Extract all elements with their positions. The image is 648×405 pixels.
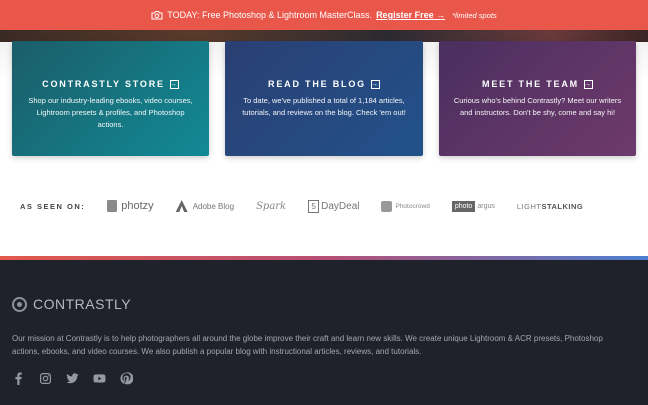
arrow-right-icon: → xyxy=(169,79,179,89)
mission-statement: Our mission at Contrastly is to help pho… xyxy=(12,334,603,356)
adobe-blog-logo: Adobe Blog xyxy=(175,200,235,212)
social-links xyxy=(12,372,133,385)
daydeal-logo: 5 DayDeal xyxy=(308,199,360,213)
footer-brand-name: CONTRASTLY xyxy=(33,296,132,312)
adobe-mark-icon xyxy=(175,200,188,212)
as-seen-on-bar: AS SEEN ON: photzy Adobe Blog Spark 5 Da… xyxy=(0,188,648,224)
spark-logo: Spark xyxy=(256,201,286,212)
lightstalking-light-text: LIGHT xyxy=(516,201,542,211)
promo-banner[interactable]: TODAY: Free Photoshop & Lightroom Master… xyxy=(0,0,648,30)
photocrowd-logo-text: Photocrowd xyxy=(395,202,430,210)
meet-the-team-card[interactable]: MEET THE TEAM → Curious who's behind Con… xyxy=(439,41,636,156)
card-title: CONTRASTLY STORE → xyxy=(24,79,197,89)
card-title: READ THE BLOG → xyxy=(237,79,411,89)
banner-text: TODAY: Free Photoshop & Lightroom Master… xyxy=(167,10,373,20)
as-seen-on-label: AS SEEN ON: xyxy=(20,201,86,211)
photocrowd-logo: Photocrowd xyxy=(381,200,430,212)
contrastly-store-card[interactable]: CONTRASTLY STORE → Shop our industry-lea… xyxy=(12,41,209,156)
instagram-icon[interactable] xyxy=(39,372,52,385)
team-card-title: MEET THE TEAM xyxy=(482,79,579,89)
team-card-description: Curious who's behind Contrastly? Meet ou… xyxy=(453,96,622,117)
site-footer: CONTRASTLY Our mission at Contrastly is … xyxy=(0,260,648,405)
arrow-right-icon: → xyxy=(583,79,593,89)
photoargus-box-text: photo xyxy=(451,200,476,212)
lightstalking-logo: LIGHT STALKING xyxy=(517,202,583,211)
photoargus-logo: photo argus xyxy=(451,200,495,212)
twitter-icon[interactable] xyxy=(66,372,79,385)
blog-card-description: To date, we've published a total of 1,18… xyxy=(242,96,406,117)
photzy-logo: photzy xyxy=(107,200,154,212)
card-title: MEET THE TEAM → xyxy=(451,79,624,89)
contrastly-logo-icon xyxy=(12,296,27,312)
store-card-title: CONTRASTLY STORE xyxy=(42,79,165,89)
banner-note: *limited spots xyxy=(452,10,497,20)
arrow-right-icon: → xyxy=(370,79,380,89)
photzy-logo-text: photzy xyxy=(121,200,154,212)
lightstalking-stalking-text: STALKING xyxy=(541,201,584,211)
adobe-blog-logo-text: Adobe Blog xyxy=(192,201,235,211)
photocrowd-mark-icon xyxy=(381,200,393,212)
spark-logo-text: Spark xyxy=(256,200,287,212)
daydeal-mark-icon: 5 xyxy=(308,199,320,213)
facebook-icon[interactable] xyxy=(12,372,25,385)
read-the-blog-card[interactable]: READ THE BLOG → To date, we've published… xyxy=(225,41,423,156)
photoargus-logo-text: argus xyxy=(477,202,495,210)
register-free-link[interactable]: Register Free → xyxy=(376,10,445,20)
store-card-description: Shop our industry-leading ebooks, video … xyxy=(28,96,193,129)
camera-icon xyxy=(151,11,163,20)
contrastly-footer-logo[interactable]: CONTRASTLY xyxy=(12,296,131,312)
pinterest-icon[interactable] xyxy=(120,372,133,385)
photzy-mark-icon xyxy=(107,200,118,212)
youtube-icon[interactable] xyxy=(93,372,106,385)
blog-card-title: READ THE BLOG xyxy=(268,79,366,89)
daydeal-logo-text: DayDeal xyxy=(321,200,360,212)
